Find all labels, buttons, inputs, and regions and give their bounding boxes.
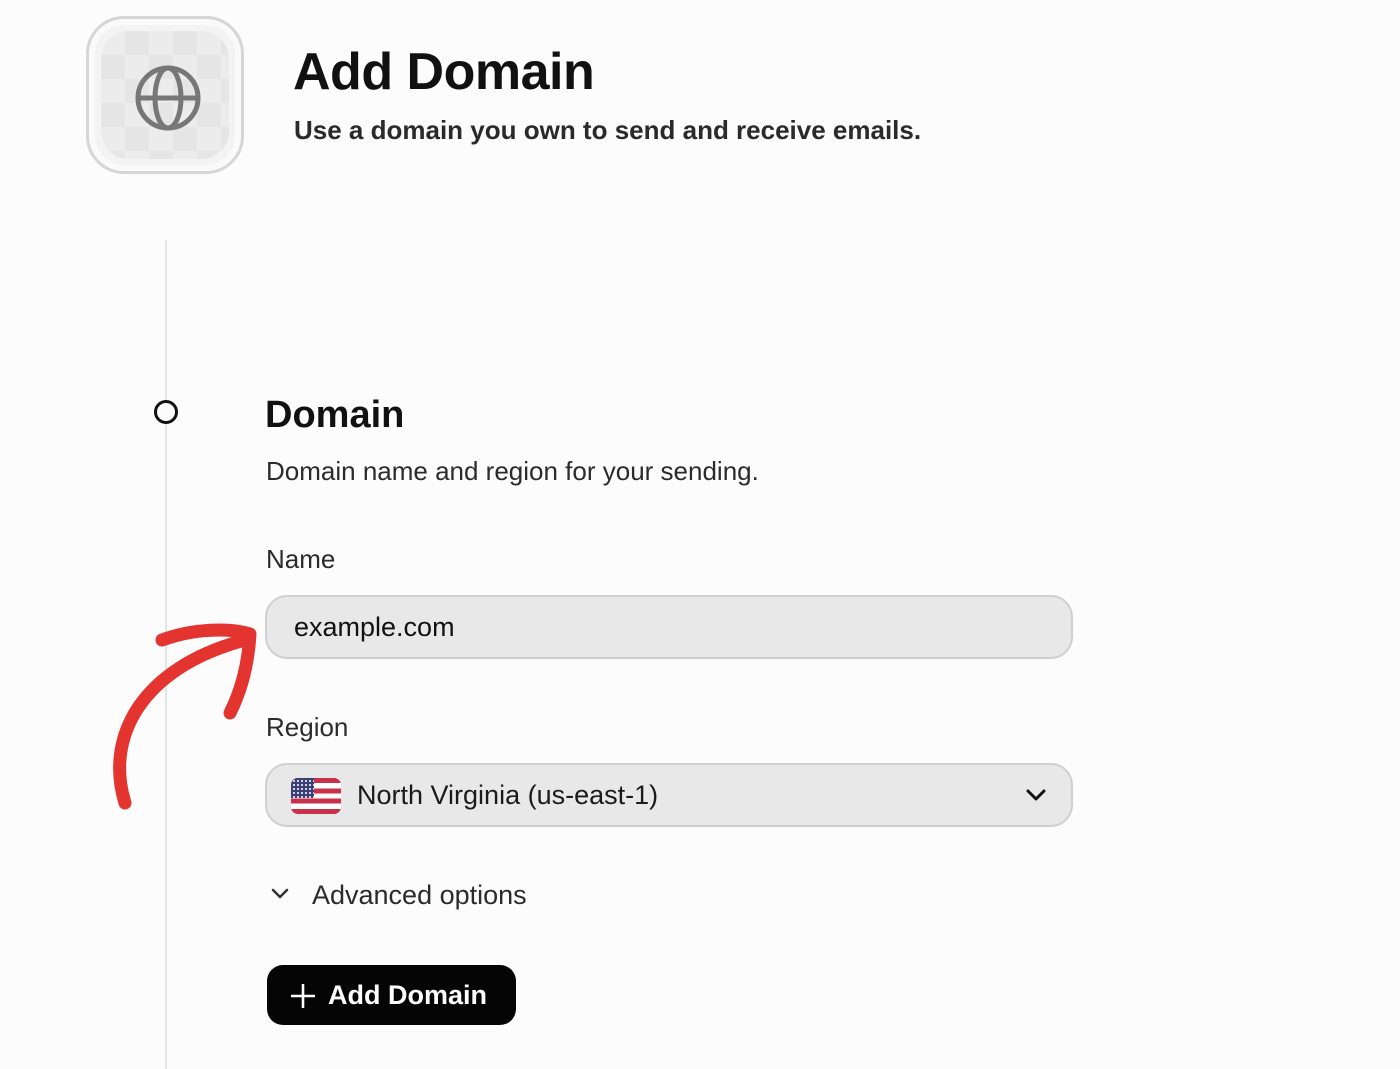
section-description: Domain name and region for your sending. [266, 456, 759, 486]
name-label: Name [266, 544, 336, 574]
timeline-step-marker [154, 400, 178, 424]
us-flag-icon [291, 778, 341, 814]
chevron-down-icon [1026, 789, 1046, 801]
page-title: Add Domain [293, 43, 595, 101]
section-title: Domain [265, 394, 405, 436]
region-label: Region [266, 712, 349, 742]
add-domain-button[interactable]: Add Domain [267, 965, 516, 1025]
plus-icon [291, 984, 315, 1008]
chevron-down-icon [271, 888, 289, 899]
globe-icon [135, 65, 201, 131]
flag-canton [291, 778, 314, 798]
region-value: North Virginia (us-east-1) [357, 780, 659, 810]
annotation-arrow-icon [113, 623, 257, 810]
region-select[interactable]: North Virginia (us-east-1) [265, 763, 1073, 827]
app-icon-tile [86, 16, 244, 174]
domain-name-input[interactable] [265, 595, 1073, 659]
page-subtitle: Use a domain you own to send and receive… [294, 115, 922, 145]
add-domain-button-label: Add Domain [328, 980, 487, 1010]
advanced-options-label: Advanced options [312, 880, 527, 910]
